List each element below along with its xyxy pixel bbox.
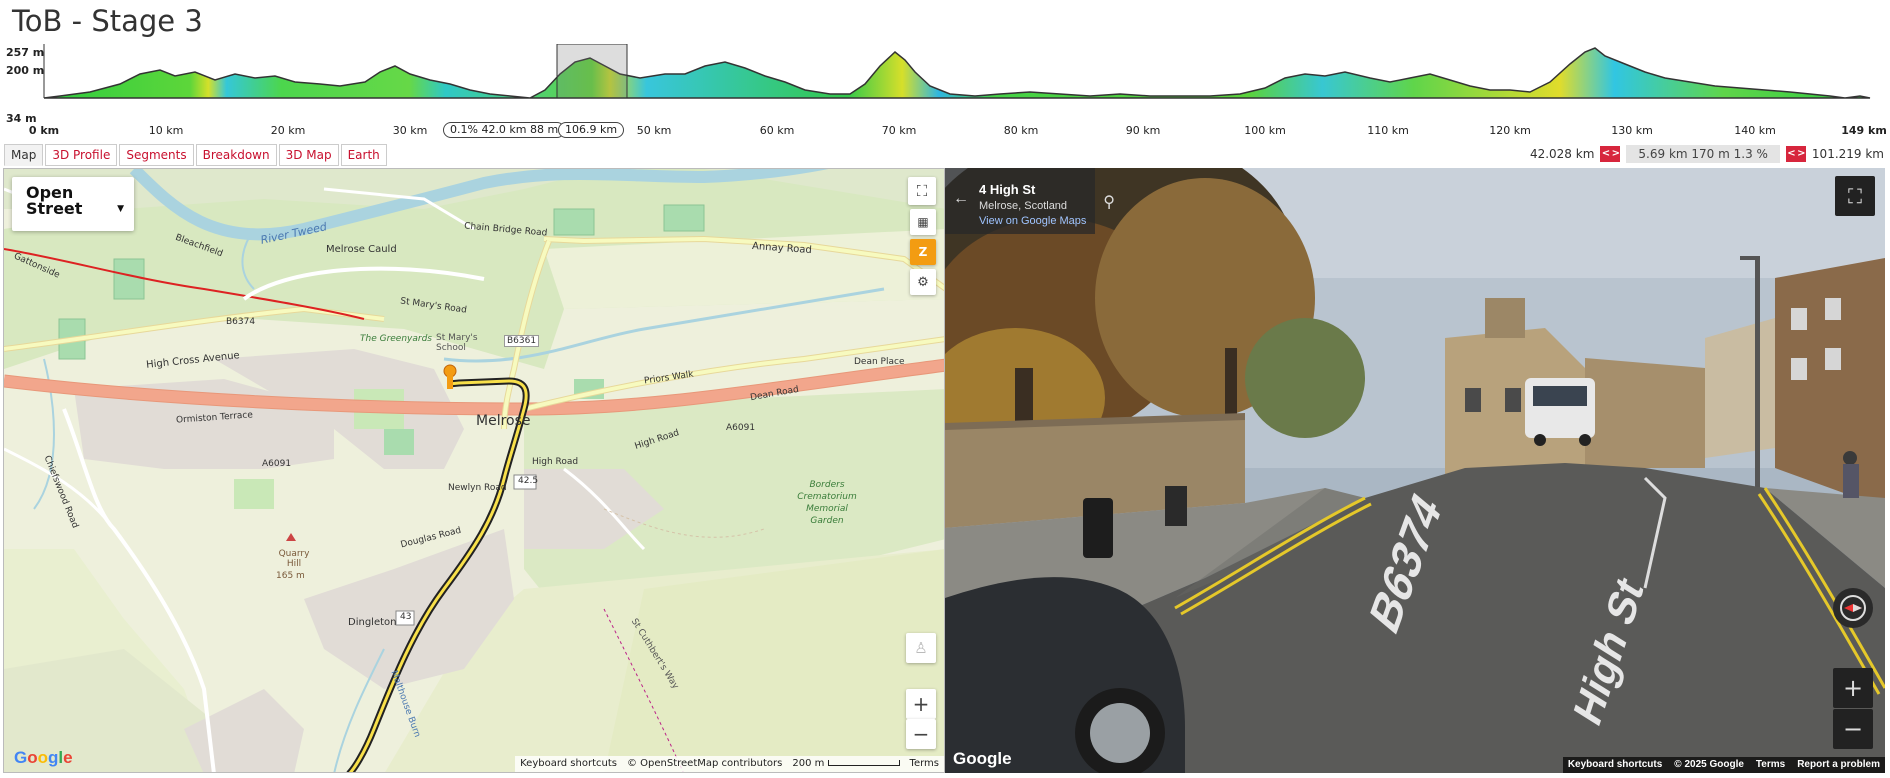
x-label: 100 km bbox=[1244, 124, 1286, 137]
google-logo: Google bbox=[14, 748, 73, 767]
segment-info: 42.028 km < > 5.69 km 170 m 1.3 % < > 10… bbox=[1530, 144, 1884, 164]
segment-start: 42.028 km bbox=[1529, 147, 1595, 161]
map-label-dingleton: Dingleton bbox=[348, 617, 397, 628]
sv-terms-link[interactable]: Terms bbox=[1756, 757, 1785, 773]
map-label-km-42-5: 42.5 bbox=[518, 476, 539, 486]
pegman-icon[interactable]: ♙ bbox=[906, 633, 936, 663]
zoom-out-button[interactable]: − bbox=[906, 719, 936, 749]
strava-icon[interactable]: Z bbox=[910, 239, 936, 265]
map-label-quarry-height: 165 m bbox=[276, 571, 305, 581]
map-label-cauld: Melrose Cauld bbox=[326, 244, 397, 255]
sv-zoom-out-button[interactable]: − bbox=[1833, 709, 1873, 749]
street-view-image[interactable] bbox=[945, 168, 1885, 773]
scale-bar: 200 m bbox=[792, 756, 900, 772]
map-label-b6374: B6374 bbox=[226, 317, 256, 327]
segment-stats: 5.69 km 170 m 1.3 % bbox=[1626, 145, 1780, 163]
view-on-google-maps-link[interactable]: View on Google Maps bbox=[979, 215, 1095, 227]
x-label: 60 km bbox=[759, 124, 795, 137]
sv-keyboard-shortcuts-link[interactable]: Keyboard shortcuts bbox=[1568, 757, 1662, 773]
map-label-newlyn: Newlyn Road bbox=[448, 483, 507, 493]
map-attribution: Keyboard shortcuts © OpenStreetMap contr… bbox=[515, 756, 944, 772]
x-label: 80 km bbox=[1003, 124, 1039, 137]
osm-attribution[interactable]: © OpenStreetMap contributors bbox=[627, 756, 782, 772]
x-label: 140 km bbox=[1734, 124, 1776, 137]
tab-earth[interactable]: Earth bbox=[340, 144, 387, 166]
tab-breakdown[interactable]: Breakdown bbox=[195, 144, 277, 166]
compass-icon[interactable] bbox=[1833, 588, 1873, 628]
back-arrow-icon[interactable]: ← bbox=[953, 190, 969, 208]
tab-map[interactable]: Map bbox=[4, 144, 44, 166]
sv-zoom-in-button[interactable]: + bbox=[1833, 668, 1873, 708]
sv-place: Melrose, Scotland bbox=[979, 200, 1068, 212]
fullscreen-icon[interactable]: ⛶ bbox=[908, 177, 936, 205]
map-layer-select[interactable]: Open Street ▼ bbox=[12, 177, 134, 231]
map-layer-value: Open Street bbox=[26, 183, 83, 218]
sv-copyright: © 2025 Google bbox=[1674, 759, 1744, 770]
map-label-borders: Borders Crematorium Memorial Garden bbox=[797, 480, 857, 526]
location-pin-icon: ⚲ bbox=[1103, 194, 1115, 211]
zoom-in-button[interactable]: + bbox=[906, 689, 936, 719]
street-view-address-card: ← 4 High St Melrose, Scotland View on Go… bbox=[945, 168, 1115, 234]
x-label: 110 km bbox=[1367, 124, 1409, 137]
segment-end: 101.219 km bbox=[1811, 147, 1884, 161]
x-label: 30 km bbox=[392, 124, 428, 137]
sv-address: 4 High St bbox=[979, 182, 1036, 197]
keyboard-shortcuts-link[interactable]: Keyboard shortcuts bbox=[520, 756, 617, 772]
map-canvas[interactable] bbox=[4, 169, 945, 773]
x-label: 120 km bbox=[1489, 124, 1531, 137]
segment-prev-button[interactable]: < > bbox=[1600, 146, 1621, 162]
map-label-dean-place: Dean Place bbox=[854, 357, 905, 367]
map-label-quarry-hill: Quarry Hill bbox=[278, 549, 310, 569]
tab-3d-profile[interactable]: 3D Profile bbox=[45, 144, 118, 166]
x-label: 50 km bbox=[636, 124, 672, 137]
map-label-st-marys-school: St Mary's School bbox=[436, 333, 478, 353]
map-label-a6091-left: A6091 bbox=[262, 459, 292, 469]
map-label-greenyards: The Greenyards bbox=[360, 334, 432, 344]
x-label: 20 km bbox=[270, 124, 306, 137]
terms-link[interactable]: Terms bbox=[910, 756, 939, 772]
chevron-down-icon: ▼ bbox=[117, 204, 124, 214]
x-label: 149 km bbox=[1841, 124, 1887, 137]
map-label-km-43: 43 bbox=[400, 612, 412, 622]
street-view-panel[interactable]: B6374 High St ← 4 High St Melrose, Scotl… bbox=[945, 168, 1885, 773]
map-label-melrose: Melrose bbox=[476, 413, 531, 429]
sv-attribution: Keyboard shortcuts © 2025 Google Terms R… bbox=[1562, 757, 1885, 773]
segment-next-button[interactable]: < > bbox=[1785, 146, 1806, 162]
sv-fullscreen-icon[interactable]: ⛶ bbox=[1835, 176, 1875, 216]
tab-segments[interactable]: Segments bbox=[119, 144, 194, 166]
view-tabs: Map 3D Profile Segments Breakdown 3D Map… bbox=[4, 144, 387, 166]
cursor-end-pill: 106.9 km bbox=[558, 122, 625, 138]
map-label-a6091-right: A6091 bbox=[726, 423, 756, 433]
page-title: ToB - Stage 3 bbox=[12, 4, 203, 38]
route-map[interactable]: River Tweed Melrose Cauld Chain Bridge R… bbox=[3, 168, 945, 773]
map-label-b6361: B6361 bbox=[504, 335, 540, 347]
x-label: 70 km bbox=[881, 124, 917, 137]
x-label: 10 km bbox=[148, 124, 184, 137]
scale-label: 200 m bbox=[792, 758, 825, 769]
gear-icon[interactable]: ⚙ bbox=[910, 269, 936, 295]
cursor-info-pill: 0.1% 42.0 km 88 m bbox=[443, 122, 566, 138]
x-label: 130 km bbox=[1611, 124, 1653, 137]
profile-chart[interactable] bbox=[0, 44, 1890, 124]
compass-needle-icon bbox=[1840, 595, 1866, 621]
grid-icon[interactable]: ▦ bbox=[910, 209, 936, 235]
map-label-high-road-1: High Road bbox=[532, 457, 579, 467]
tab-3d-map[interactable]: 3D Map bbox=[278, 144, 339, 166]
sv-google-logo: Google bbox=[953, 749, 1012, 768]
scale-line bbox=[827, 760, 900, 766]
x-label: 0 km bbox=[28, 124, 60, 137]
sv-report-link[interactable]: Report a problem bbox=[1797, 757, 1880, 773]
x-label: 90 km bbox=[1125, 124, 1161, 137]
